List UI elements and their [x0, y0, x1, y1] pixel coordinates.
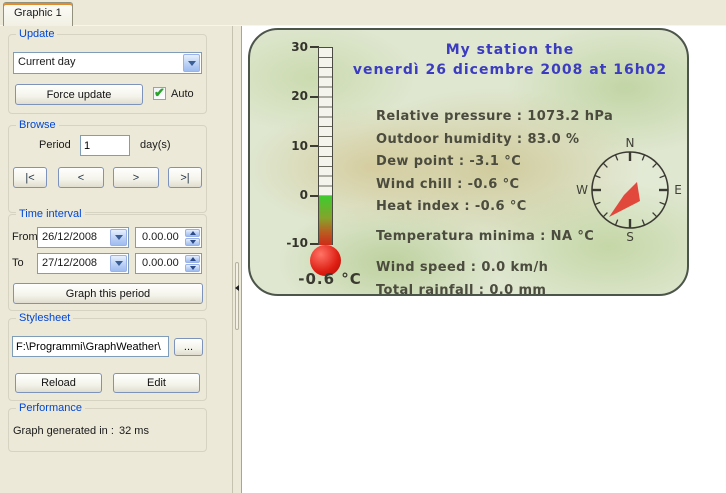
from-time-spinner[interactable]: 0.00.00	[135, 227, 202, 248]
browse-group-title: Browse	[16, 118, 59, 132]
to-date-select[interactable]: 27/12/2008	[37, 253, 129, 274]
thermometer-mercury	[319, 196, 332, 245]
tab-label: Graphic 1	[14, 7, 62, 19]
chevron-down-icon[interactable]	[110, 229, 127, 246]
reading-rainfall: Total rainfall : 0.0 mm	[376, 279, 548, 296]
to-time-value: 0.00.00	[136, 254, 184, 273]
spin-up-icon[interactable]	[185, 229, 200, 237]
spin-down-icon[interactable]	[185, 238, 200, 246]
compass-north-label: N	[626, 136, 635, 150]
period-unit-label: day(s)	[140, 139, 171, 151]
next-period-button[interactable]: >	[113, 167, 159, 188]
update-mode-value: Current day	[14, 53, 182, 73]
station-title-line1: My station the	[340, 40, 680, 60]
weather-totals: Wind speed : 0.0 km/h Total rainfall : 0…	[376, 256, 548, 296]
outdoor-temperature-value: -0.6 °C	[280, 270, 380, 288]
thermometer-scale-label: 20	[282, 89, 308, 103]
to-label: To	[12, 257, 24, 269]
to-time-spinner[interactable]: 0.00.00	[135, 253, 202, 274]
stylesheet-group: Stylesheet ... Reload Edit	[8, 318, 207, 401]
graph-panel: My station the venerdì 26 dicembre 2008 …	[241, 26, 726, 493]
generation-time-value: 32 ms	[119, 425, 149, 437]
from-date-select[interactable]: 26/12/2008	[37, 227, 129, 248]
chevron-down-icon[interactable]	[110, 255, 127, 272]
graphweather-window: Graphic 1 Update Current day Force updat…	[0, 0, 726, 493]
control-panel: Update Current day Force update ✔ Auto B…	[0, 26, 233, 493]
weather-card: My station the venerdì 26 dicembre 2008 …	[248, 28, 689, 296]
tab-bar: Graphic 1	[0, 0, 726, 26]
thermometer-scale-label: 30	[282, 40, 308, 54]
force-update-button[interactable]: Force update	[15, 84, 143, 105]
performance-group-title: Performance	[16, 401, 85, 415]
reading-pressure: Relative pressure : 1073.2 hPa	[376, 106, 613, 129]
thermometer-scale-label: 10	[282, 139, 308, 153]
thermometer-scale-label: 0	[282, 188, 308, 202]
splitter-collapse-icon[interactable]	[235, 285, 239, 291]
compass-west-label: W	[576, 183, 588, 197]
update-group: Update Current day Force update ✔ Auto	[8, 34, 207, 114]
panel-splitter[interactable]	[234, 26, 241, 493]
tab-graphic-1[interactable]: Graphic 1	[3, 2, 73, 26]
generation-time-label: Graph generated in :	[13, 425, 114, 437]
auto-checkbox[interactable]: ✔	[153, 87, 166, 100]
spin-up-icon[interactable]	[185, 255, 200, 263]
chevron-down-icon[interactable]	[183, 54, 200, 72]
from-time-value: 0.00.00	[136, 228, 184, 247]
reading-wind-speed: Wind speed : 0.0 km/h	[376, 256, 548, 279]
compass-east-label: E	[674, 183, 682, 197]
stylesheet-group-title: Stylesheet	[16, 311, 73, 325]
edit-button[interactable]: Edit	[113, 373, 200, 393]
browse-group: Browse Period day(s) |< < > >|	[8, 125, 207, 213]
last-period-button[interactable]: >|	[168, 167, 202, 188]
browse-stylesheet-button[interactable]: ...	[174, 338, 203, 356]
auto-checkbox-label: Auto	[171, 88, 194, 100]
from-label: From	[12, 231, 38, 243]
station-title-line2: venerdì 26 dicembre 2008 at 16h02	[340, 60, 680, 80]
to-date-value: 27/12/2008	[38, 254, 109, 273]
period-label: Period	[39, 139, 71, 151]
checkmark-icon: ✔	[154, 85, 165, 101]
time-interval-group-title: Time interval	[16, 207, 85, 221]
graph-this-period-button[interactable]: Graph this period	[13, 283, 203, 304]
previous-period-button[interactable]: <	[58, 167, 104, 188]
reading-temp-minima: Temperatura minima : NA °C	[376, 229, 594, 244]
period-input[interactable]	[80, 135, 130, 156]
station-title: My station the venerdì 26 dicembre 2008 …	[340, 40, 680, 80]
first-period-button[interactable]: |<	[13, 167, 47, 188]
spin-down-icon[interactable]	[185, 264, 200, 272]
compass-south-label: S	[626, 230, 634, 244]
reload-button[interactable]: Reload	[15, 373, 102, 393]
from-date-value: 26/12/2008	[38, 228, 109, 247]
performance-group: Performance Graph generated in : 32 ms	[8, 408, 207, 452]
update-mode-select[interactable]: Current day	[13, 52, 202, 74]
stylesheet-path-input[interactable]	[12, 336, 169, 357]
time-interval-group: Time interval From 26/12/2008 0.00.00 To…	[8, 214, 207, 311]
wind-compass: N E S W	[575, 135, 685, 245]
update-group-title: Update	[16, 27, 57, 41]
splitter-handle[interactable]	[235, 262, 239, 330]
thermometer-scale-label: -10	[282, 236, 308, 250]
